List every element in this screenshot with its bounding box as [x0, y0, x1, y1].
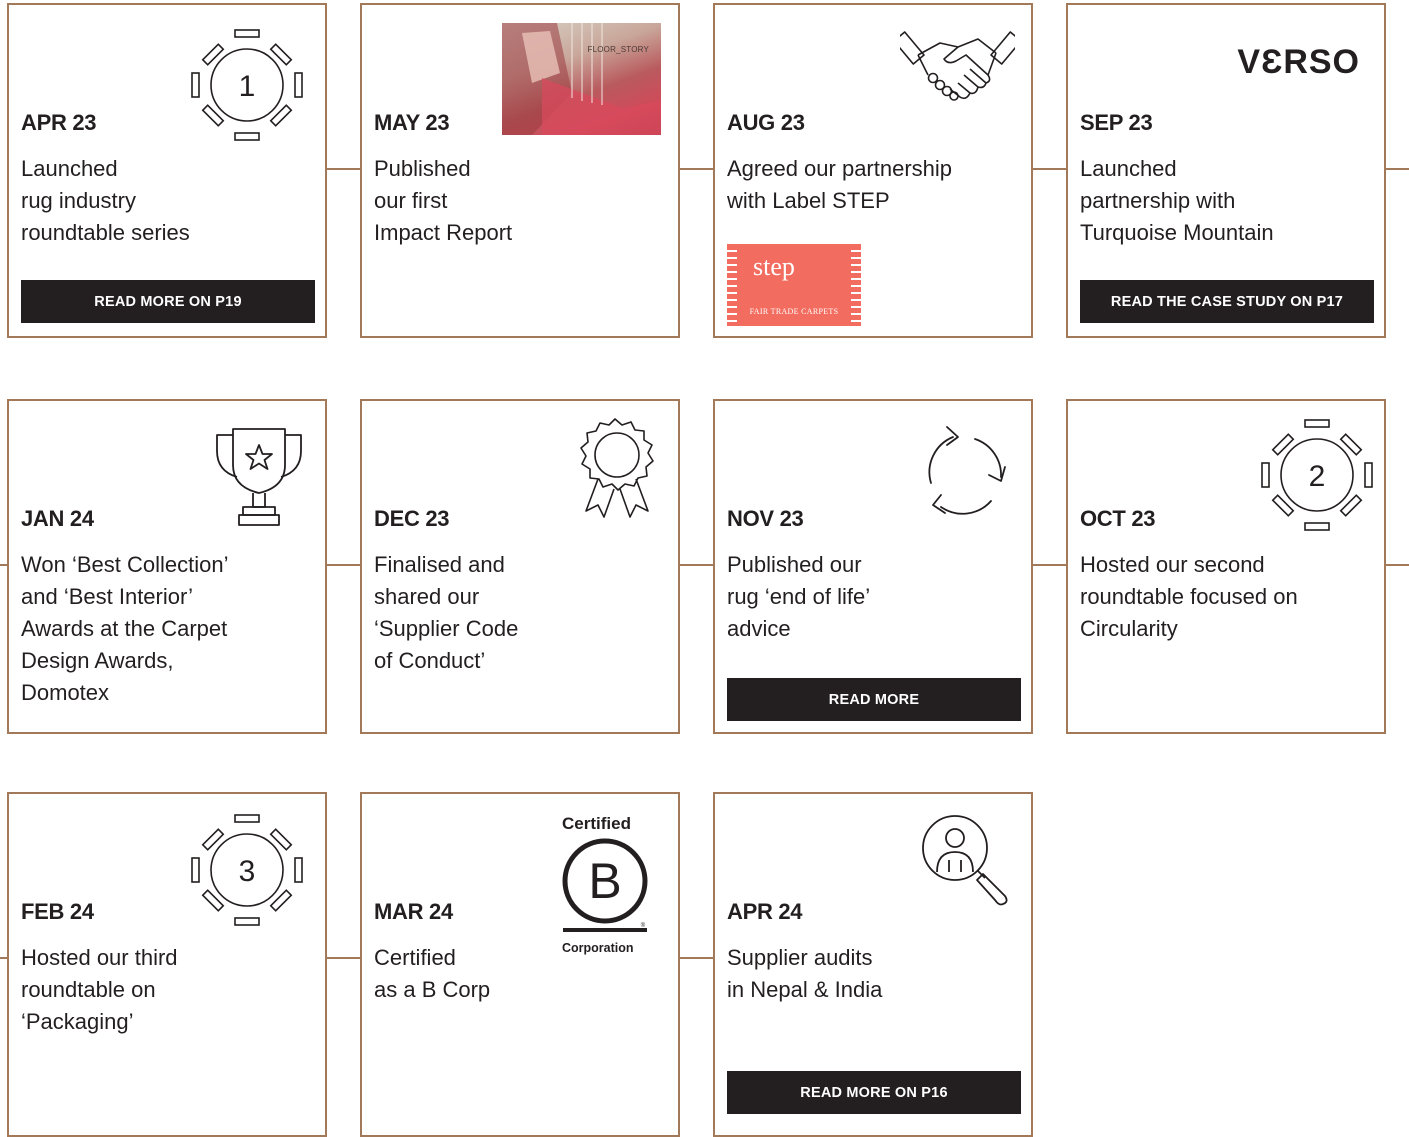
timeline-connector [678, 564, 715, 566]
card-description: Finalised and shared our ‘Supplier Code … [374, 552, 519, 673]
card-date: AUG 23 [727, 110, 805, 135]
bcorp-corporation-text: Corporation [562, 941, 634, 955]
card-date: FEB 24 [21, 899, 94, 924]
audit-search-icon [922, 815, 1008, 906]
timeline-card-dec23: DEC 23 Finalised and shared our ‘Supplie… [360, 399, 680, 734]
timeline-connector [678, 957, 715, 959]
photo-brand-text: FLOOR_STORY [587, 45, 649, 54]
card-description: Hosted our second roundtable focused on … [1080, 552, 1298, 641]
roundtable-icon: 1 [191, 29, 303, 141]
roundtable-number: 1 [239, 70, 256, 103]
bcorp-registered-mark: ® [641, 922, 646, 929]
recycle-icon [928, 426, 1006, 515]
roundtable-number: 3 [239, 855, 256, 888]
card-date: MAY 23 [374, 110, 450, 135]
card-description: Published our rug ‘end of life’ advice [727, 552, 871, 641]
timeline-card-nov23: NOV 23 Published our rug ‘end of life’ a… [713, 399, 1033, 734]
label-step-logo: step FAIR TRADE CARPETS [727, 244, 861, 326]
timeline-card-feb24: 3 FEB 24 Hosted our third roundtable on … [7, 792, 327, 1137]
timeline-card-apr23: 1 APR 23 Launched rug industry roundtabl… [7, 3, 327, 338]
roundtable-icon: 2 [1261, 419, 1373, 531]
card-date: APR 24 [727, 899, 803, 924]
card-date: JAN 24 [21, 506, 94, 531]
card-description: Won ‘Best Collection’ and ‘Best Interior… [21, 552, 229, 705]
roundtable-number: 2 [1309, 460, 1326, 493]
read-more-button[interactable]: READ MORE ON P19 [21, 280, 315, 323]
timeline-connector [325, 564, 362, 566]
card-description: Agreed our partnership with Label STEP [727, 156, 953, 213]
card-description: Published our first Impact Report [374, 156, 513, 245]
read-case-study-button[interactable]: READ THE CASE STUDY ON P17 [1080, 280, 1374, 323]
card-date: OCT 23 [1080, 506, 1156, 531]
bcorp-letter: B [588, 853, 621, 909]
impact-report-photo: FLOOR_STORY [502, 23, 661, 135]
timeline-card-sep23: VƐRSO SEP 23 Launched partnership with T… [1066, 3, 1386, 338]
step-logo-subtitle: FAIR TRADE CARPETS [749, 307, 839, 316]
timeline-connector [325, 168, 362, 170]
card-description: Launched partnership with Turquoise Moun… [1080, 156, 1274, 245]
card-date: MAR 24 [374, 899, 453, 924]
timeline-card-aug23: AUG 23 Agreed our partnership with Label… [713, 3, 1033, 338]
trophy-icon [216, 428, 302, 526]
handshake-icon [900, 31, 1015, 101]
timeline-card-mar24: Certified B ® Corporation MAR 24 Certifi… [360, 792, 680, 1137]
timeline-card-apr24: APR 24 Supplier audits in Nepal & India … [713, 792, 1033, 1137]
timeline-connector [1384, 168, 1409, 170]
card-description: Supplier audits in Nepal & India [727, 945, 883, 1002]
card-description: Launched rug industry roundtable series [21, 156, 190, 245]
timeline-card-may23: FLOOR_STORY MAY 23 Published our first I… [360, 3, 680, 338]
timeline-card-jan24: JAN 24 Won ‘Best Collection’ and ‘Best I… [7, 399, 327, 734]
timeline-card-oct23: 2 OCT 23 Hosted our second roundtable fo… [1066, 399, 1386, 734]
card-date: DEC 23 [374, 506, 450, 531]
timeline-connector [678, 168, 715, 170]
card-description: Hosted our third roundtable on ‘Packagin… [21, 945, 178, 1034]
card-date: APR 23 [21, 110, 97, 135]
award-rosette-icon [580, 418, 654, 518]
card-description: Certified as a B Corp [374, 945, 491, 1002]
verso-logo: VƐRSO [1237, 43, 1360, 81]
timeline-connector [325, 957, 362, 959]
timeline-connector [1384, 564, 1409, 566]
read-more-button[interactable]: READ MORE ON P16 [727, 1071, 1021, 1114]
bcorp-logo-icon: B ® [562, 838, 648, 932]
step-logo-name: step [753, 252, 795, 281]
timeline-connector [1031, 564, 1068, 566]
card-date: SEP 23 [1080, 110, 1153, 135]
roundtable-icon: 3 [191, 814, 303, 926]
card-date: NOV 23 [727, 506, 804, 531]
read-more-button[interactable]: READ MORE [727, 678, 1021, 721]
timeline-connector [1031, 168, 1068, 170]
bcorp-certified-text: Certified [562, 814, 631, 833]
